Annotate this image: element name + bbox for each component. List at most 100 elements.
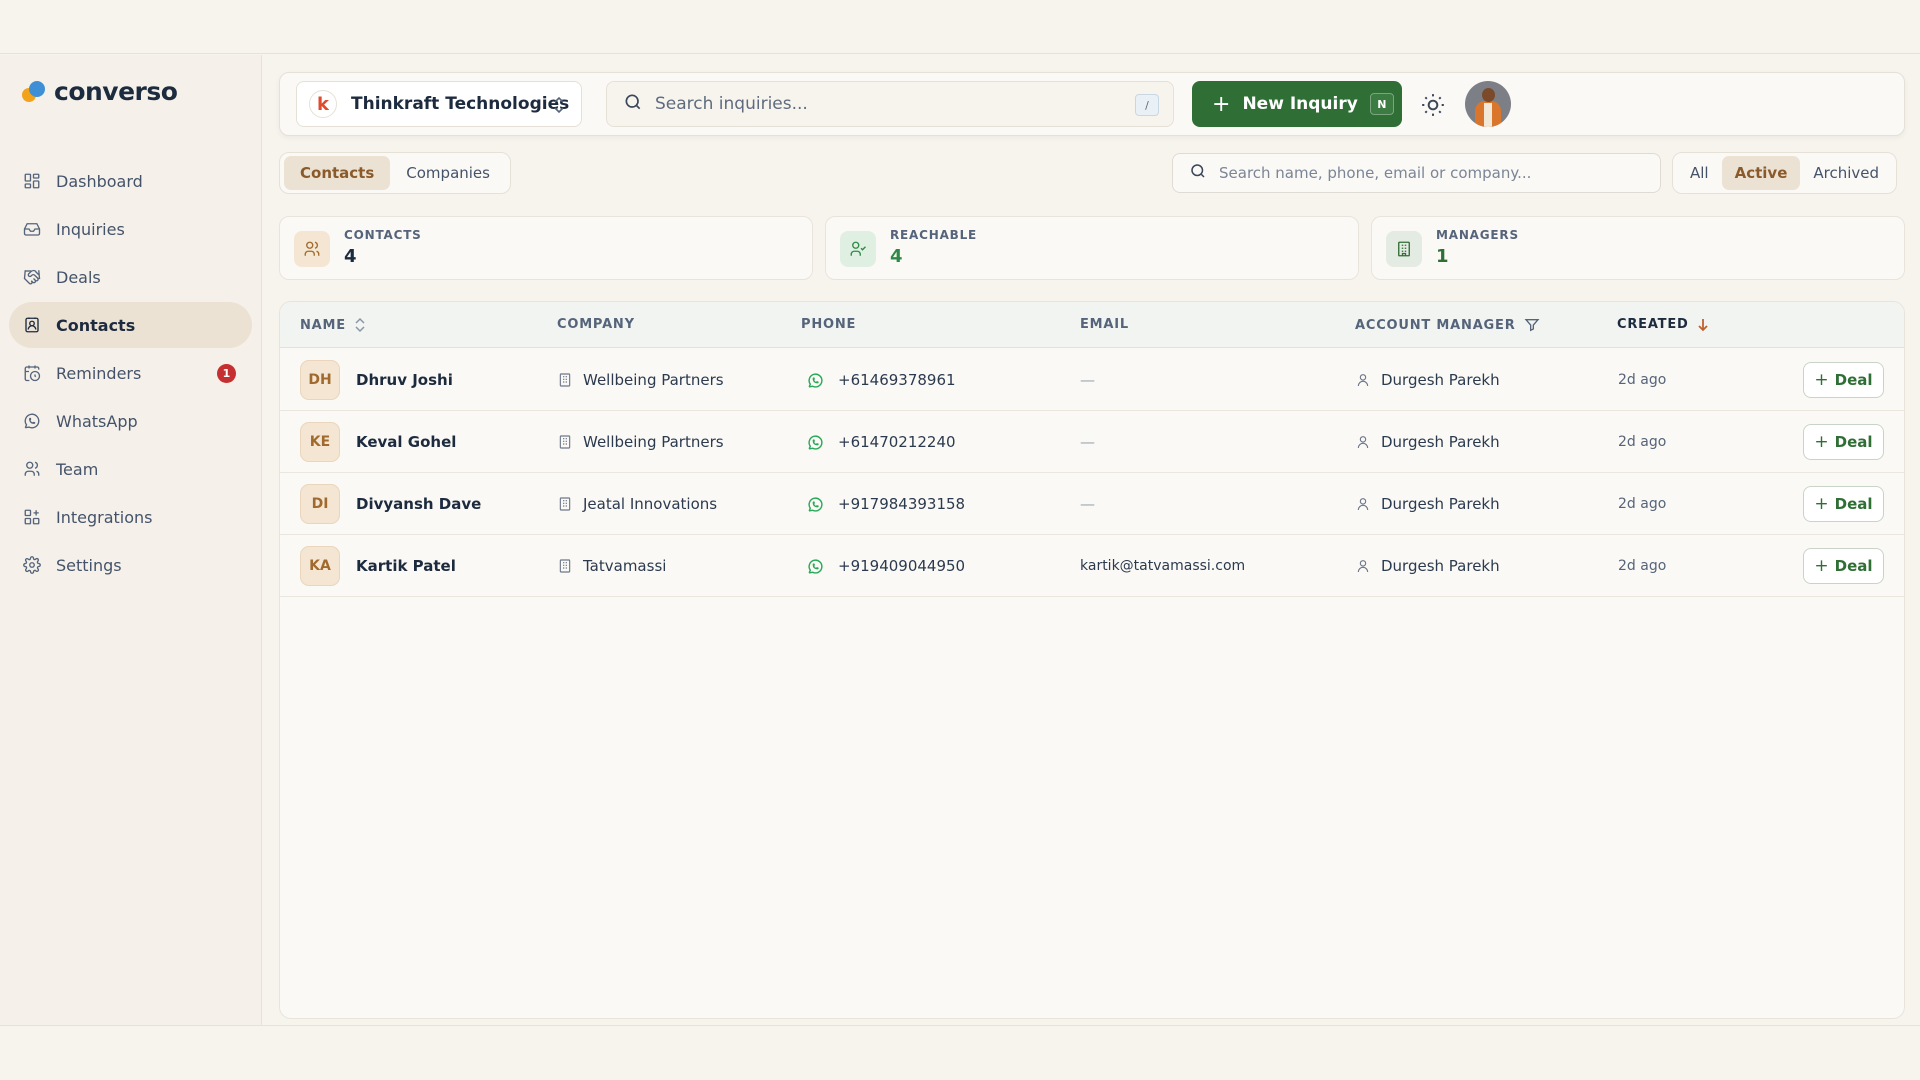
- organization-selector[interactable]: k Thinkraft Technologies: [296, 81, 582, 127]
- sidebar-item-label: Integrations: [56, 507, 153, 527]
- building-icon: [559, 559, 571, 573]
- stat-value: 4: [890, 246, 903, 267]
- sidebar-item-reminders[interactable]: Reminders 1: [9, 350, 252, 396]
- stat-card-contacts: CONTACTS 4: [279, 216, 813, 280]
- sidebar-item-label: Dashboard: [56, 171, 143, 191]
- top-header: k Thinkraft Technologies / + New Inquiry…: [279, 72, 1905, 136]
- table-row[interactable]: DI Divyansh Dave Jeatal Innovations +917…: [280, 473, 1904, 535]
- reminders-count-badge: 1: [217, 364, 236, 383]
- tab-contacts[interactable]: Contacts: [284, 156, 391, 190]
- search-icon: [623, 92, 643, 116]
- sidebar-nav: Dashboard Inquiries Deals Contacts Remin…: [9, 158, 252, 590]
- sidebar-item-integrations[interactable]: Integrations: [9, 494, 252, 540]
- add-deal-button[interactable]: + Deal: [1803, 548, 1884, 584]
- contact-name[interactable]: Divyansh Dave: [356, 495, 481, 513]
- org-name: Thinkraft Technologies: [351, 94, 570, 114]
- sidebar-item-team[interactable]: Team: [9, 446, 252, 492]
- tab-companies[interactable]: Companies: [390, 156, 506, 190]
- contact-company: Wellbeing Partners: [583, 371, 724, 389]
- sidebar-item-contacts[interactable]: Contacts: [9, 302, 252, 348]
- building-icon: [1386, 231, 1422, 267]
- app-name: converso: [54, 77, 178, 106]
- add-deal-button[interactable]: + Deal: [1803, 362, 1884, 398]
- stat-value: 1: [1436, 246, 1449, 267]
- logo[interactable]: converso: [22, 77, 178, 106]
- contact-name[interactable]: Kartik Patel: [356, 557, 456, 575]
- building-icon: [559, 373, 571, 387]
- user-icon: [1357, 498, 1369, 511]
- new-inquiry-button[interactable]: + New Inquiry N: [1192, 81, 1402, 127]
- team-icon: [23, 460, 41, 478]
- account-manager: Durgesh Parekh: [1381, 433, 1500, 451]
- column-header-phone: PHONE: [801, 317, 857, 332]
- contact-company: Tatvamassi: [583, 557, 667, 575]
- stat-value: 4: [344, 246, 357, 267]
- contact-email[interactable]: kartik@tatvamassi.com: [1080, 535, 1245, 597]
- user-icon: [1357, 560, 1369, 573]
- stat-card-reachable: REACHABLE 4: [825, 216, 1359, 280]
- contact-phone[interactable]: +61469378961: [838, 371, 956, 389]
- contact-initials-avatar: DI: [300, 484, 340, 524]
- plus-icon: +: [1814, 556, 1829, 576]
- plus-icon: +: [1814, 432, 1829, 452]
- sort-icon: [355, 317, 365, 333]
- contact-phone[interactable]: +61470212240: [838, 433, 956, 451]
- plus-icon: +: [1814, 494, 1829, 514]
- arrow-down-icon: [1697, 318, 1708, 331]
- contact-phone[interactable]: +919409044950: [838, 557, 965, 575]
- contact-email: —: [1080, 371, 1095, 389]
- search-icon: [1189, 162, 1207, 184]
- contact-email: —: [1080, 433, 1095, 451]
- sidebar-item-inquiries[interactable]: Inquiries: [9, 206, 252, 252]
- contact-company: Wellbeing Partners: [583, 433, 724, 451]
- sidebar-item-settings[interactable]: Settings: [9, 542, 252, 588]
- sidebar-item-label: Settings: [56, 555, 122, 575]
- column-header-email: EMAIL: [1080, 317, 1129, 332]
- add-deal-button[interactable]: + Deal: [1803, 486, 1884, 522]
- contact-email: —: [1080, 495, 1095, 513]
- status-filter: All Active Archived: [1672, 152, 1898, 194]
- window-top-strip: [0, 0, 1920, 54]
- table-row[interactable]: DH Dhruv Joshi Wellbeing Partners +61469…: [280, 349, 1904, 411]
- table-row[interactable]: KE Keval Gohel Wellbeing Partners +61470…: [280, 411, 1904, 473]
- sidebar-item-deals[interactable]: Deals: [9, 254, 252, 300]
- logo-icon: [22, 80, 48, 103]
- chevron-up-down-icon: [551, 96, 567, 118]
- handshake-icon: [23, 268, 41, 286]
- column-header-company: COMPANY: [557, 317, 635, 332]
- inquiry-search-input[interactable]: [655, 94, 1125, 114]
- sidebar-item-whatsapp[interactable]: WhatsApp: [9, 398, 252, 444]
- sidebar-item-dashboard[interactable]: Dashboard: [9, 158, 252, 204]
- stat-label: CONTACTS: [344, 228, 422, 242]
- column-header-created[interactable]: CREATED: [1617, 317, 1709, 332]
- plus-icon: +: [1814, 370, 1829, 390]
- sidebar: converso Dashboard Inquiries Deals Conta…: [0, 55, 262, 1025]
- theme-toggle-sun-icon[interactable]: [1420, 92, 1446, 118]
- whatsapp-icon: [808, 558, 823, 574]
- sidebar-item-label: Team: [56, 459, 99, 479]
- filter-icon: [1524, 319, 1540, 332]
- account-manager: Durgesh Parekh: [1381, 557, 1500, 575]
- contact-search-input[interactable]: [1219, 164, 1659, 182]
- table-header: NAME COMPANY PHONE EMAIL ACCOUNT MANAGER…: [280, 302, 1904, 348]
- whatsapp-icon: [808, 496, 823, 512]
- filter-all[interactable]: All: [1677, 156, 1722, 190]
- filter-active[interactable]: Active: [1721, 156, 1801, 190]
- user-avatar[interactable]: [1465, 81, 1511, 127]
- filter-archived[interactable]: Archived: [1800, 156, 1892, 190]
- column-header-account-manager[interactable]: ACCOUNT MANAGER: [1355, 317, 1540, 333]
- contact-company: Jeatal Innovations: [583, 495, 718, 513]
- contact-phone[interactable]: +917984393158: [838, 495, 965, 513]
- building-icon: [559, 497, 571, 511]
- contact-name[interactable]: Keval Gohel: [356, 433, 456, 451]
- dashboard-icon: [23, 172, 41, 190]
- sidebar-item-label: WhatsApp: [56, 411, 138, 431]
- search-shortcut-key: /: [1135, 94, 1159, 116]
- building-icon: [559, 435, 571, 449]
- table-row[interactable]: KA Kartik Patel Tatvamassi +919409044950…: [280, 535, 1904, 597]
- contacts-table: NAME COMPANY PHONE EMAIL ACCOUNT MANAGER…: [279, 301, 1905, 1019]
- add-deal-button[interactable]: + Deal: [1803, 424, 1884, 460]
- contact-name[interactable]: Dhruv Joshi: [356, 371, 453, 389]
- column-header-name[interactable]: NAME: [300, 317, 366, 333]
- contact-search: [1172, 153, 1661, 193]
